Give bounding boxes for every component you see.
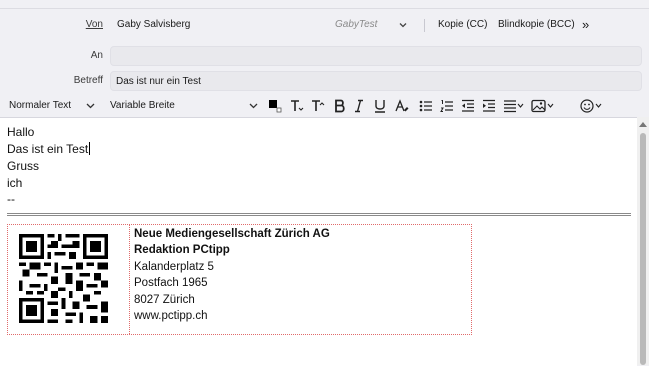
more-fields-button[interactable]: »: [582, 14, 589, 35]
bold-icon[interactable]: [333, 99, 347, 113]
chevron-down-icon[interactable]: [398, 20, 408, 30]
from-name[interactable]: Gaby Salvisberg: [117, 14, 190, 36]
body-line: Gruss: [7, 159, 40, 173]
signature-text: Neue Mediengesellschaft Zürich AG Redakt…: [134, 226, 330, 324]
font-size-larger-icon[interactable]: [311, 99, 325, 113]
qr-code-icon: [19, 234, 108, 323]
subject-field[interactable]: Das ist nur ein Test: [110, 71, 642, 91]
increase-indent-icon[interactable]: [482, 99, 496, 113]
insert-image-icon[interactable]: [531, 99, 555, 113]
horizontal-rule: [7, 213, 631, 216]
emoji-icon[interactable]: [580, 99, 604, 113]
divider: [424, 19, 425, 32]
italic-icon[interactable]: [352, 99, 366, 113]
text-color-icon[interactable]: [268, 99, 282, 113]
header-divider: [0, 8, 649, 9]
signature-department: Redaktion PCtipp: [134, 244, 230, 257]
to-label: An: [90, 50, 103, 61]
compose-header: Von Gaby Salvisberg GabyTest Kopie (CC) …: [0, 0, 649, 96]
signature-city: 8027 Zürich: [134, 293, 195, 306]
numbered-list-icon[interactable]: [440, 99, 454, 113]
signature-company: Neue Mediengesellschaft Zürich AG: [134, 228, 330, 240]
to-row: An: [0, 45, 649, 67]
text-caret: [89, 142, 91, 155]
from-row: Von Gaby Salvisberg GabyTest Kopie (CC) …: [0, 14, 649, 36]
identity-selector[interactable]: GabyTest: [335, 14, 377, 36]
table-cell-divider: [129, 225, 130, 334]
format-toolbar: Normaler Text Variable Breite: [0, 96, 649, 116]
chevron-down-icon[interactable]: [249, 102, 258, 110]
from-label: Von: [85, 19, 103, 30]
signature-table: Neue Mediengesellschaft Zürich AG Redakt…: [7, 224, 472, 335]
signature-separator: --: [7, 192, 15, 206]
message-body-editor[interactable]: Hallo Das ist ein Test Gruss ich -- Neue…: [0, 117, 637, 366]
decrease-indent-icon[interactable]: [461, 99, 475, 113]
bcc-button[interactable]: Blindkopie (BCC): [498, 14, 575, 36]
font-size-smaller-icon[interactable]: [290, 99, 304, 113]
align-icon[interactable]: [503, 99, 525, 113]
signature-pobox: Postfach 1965: [134, 277, 208, 290]
scrollbar-thumb[interactable]: [640, 133, 646, 365]
bullet-list-icon[interactable]: [419, 99, 433, 113]
subject-label: Betreff: [73, 75, 103, 86]
body-line: Das ist ein Test: [7, 142, 91, 156]
underline-icon[interactable]: [373, 99, 387, 113]
signature-street: Kalanderplatz 5: [134, 260, 214, 273]
chevron-down-icon[interactable]: [86, 102, 95, 110]
scroll-up-icon[interactable]: [639, 122, 647, 127]
clear-formatting-icon[interactable]: [395, 99, 409, 113]
body-line: ich: [7, 176, 23, 190]
font-select[interactable]: Variable Breite: [110, 96, 175, 116]
to-field[interactable]: [110, 46, 642, 66]
paragraph-format-select[interactable]: Normaler Text: [9, 96, 71, 116]
signature-web: www.pctipp.ch: [134, 310, 208, 323]
vertical-scrollbar[interactable]: [637, 117, 649, 365]
subject-row: Betreff Das ist nur ein Test: [0, 70, 649, 92]
body-line: Hallo: [7, 125, 35, 139]
cc-button[interactable]: Kopie (CC): [438, 14, 487, 36]
